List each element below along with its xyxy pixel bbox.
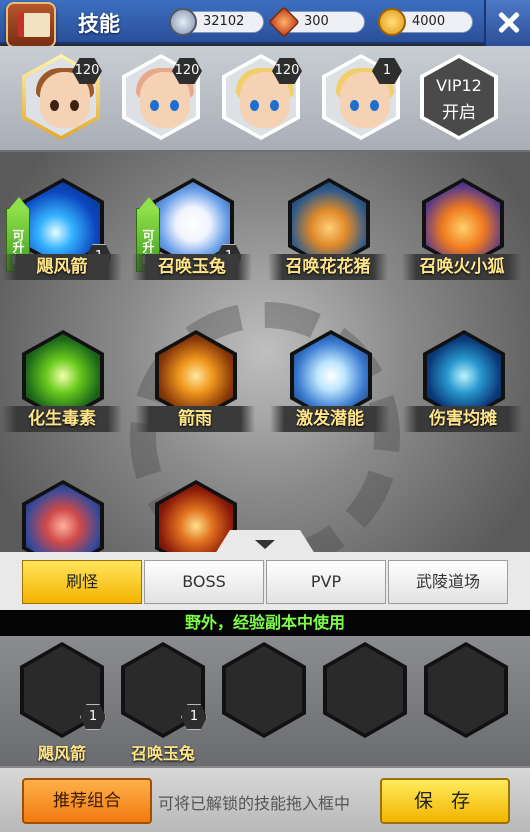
silver-counter: 32102 — [169, 8, 264, 36]
eye — [150, 100, 159, 111]
skill-card[interactable]: 激发潜能 — [270, 330, 390, 450]
skill-slot-1[interactable]: 1 飓风箭 — [20, 642, 106, 763]
eye — [370, 100, 379, 111]
eye — [250, 100, 259, 111]
skill-slot-5[interactable] — [424, 642, 508, 738]
hero-portrait-4[interactable]: 1 — [322, 54, 402, 140]
skill-name: 飓风箭 — [2, 254, 122, 280]
hero-portrait-2[interactable]: 120 — [122, 54, 202, 140]
skill-card[interactable]: 召唤花花猪 — [268, 178, 388, 298]
eye — [170, 100, 179, 111]
bottom-bar: 推荐组合 可将已解锁的技能拖入框中 保 存 — [0, 766, 530, 832]
golden-dragon-icon — [159, 484, 233, 552]
skill-card[interactable]: 化生毒素 — [2, 330, 122, 450]
skill-card[interactable] — [12, 480, 112, 552]
skill-name: 伤害均摊 — [403, 406, 523, 432]
skill-card[interactable]: 箭雨 — [135, 330, 255, 450]
vip-unlock-label: 开启 — [442, 103, 476, 123]
tab-wuling-dojo[interactable]: 武陵道场 — [388, 560, 508, 604]
hero-portrait-3[interactable]: 120 — [222, 54, 302, 140]
skill-name: 召唤玉兔 — [132, 254, 252, 280]
skill-card[interactable]: 1 可升级 飓风箭 — [2, 178, 122, 298]
skill-name: 激发潜能 — [270, 406, 390, 432]
gold-counter: 4000 — [378, 8, 473, 36]
vip-unlock-slot[interactable]: VIP12 开启 — [420, 54, 498, 140]
gem-icon — [268, 6, 300, 38]
equipped-skill-slots: 1 飓风箭 1 召唤玉兔 — [0, 636, 530, 766]
close-button[interactable] — [484, 0, 530, 46]
save-button[interactable]: 保 存 — [380, 778, 510, 824]
skill-grid: 1 可升级 飓风箭 1 可升级 召唤玉兔 召唤花花猪 召唤火小狐 化生毒素 — [0, 152, 530, 552]
skill-slot-2[interactable]: 1 召唤玉兔 — [121, 642, 207, 763]
skill-card[interactable]: 1 可升级 召唤玉兔 — [132, 178, 252, 298]
gem-value: 300 — [304, 14, 329, 29]
eye — [270, 100, 279, 111]
eye — [350, 100, 359, 111]
sorceress-icon — [26, 484, 100, 552]
tab-pvp[interactable]: PVP — [266, 560, 386, 604]
page-title: 技能 — [78, 12, 120, 36]
skill-card[interactable]: 伤害均摊 — [403, 330, 523, 450]
gold-coin-icon — [378, 8, 406, 36]
eye — [50, 100, 59, 111]
skill-hex — [22, 480, 104, 552]
skill-name: 箭雨 — [135, 406, 255, 432]
gold-value: 4000 — [412, 14, 446, 29]
silver-coin-icon — [169, 8, 197, 36]
hero-portrait-1[interactable]: 120 — [22, 54, 102, 140]
skill-slot-3[interactable] — [222, 642, 306, 738]
gem-counter: 300 — [268, 6, 365, 38]
drag-hint: 可将已解锁的技能拖入框中 — [158, 794, 351, 813]
slot-skill-name: 召唤玉兔 — [130, 744, 195, 763]
eye — [70, 100, 79, 111]
collapse-handle[interactable] — [215, 530, 315, 554]
slot-skill-name: 飓风箭 — [37, 744, 86, 763]
silver-value: 32102 — [203, 14, 245, 29]
skill-name: 化生毒素 — [2, 406, 122, 432]
skill-book-icon — [6, 2, 56, 48]
vip-level-label: VIP12 — [436, 76, 482, 95]
tab-boss[interactable]: BOSS — [144, 560, 264, 604]
skill-card[interactable]: 召唤火小狐 — [402, 178, 522, 298]
hero-selector: 120 120 120 1 VIP12 开启 — [0, 46, 530, 152]
skill-slot-4[interactable] — [323, 642, 407, 738]
skill-name: 召唤火小狐 — [402, 254, 522, 280]
skill-name: 召唤花花猪 — [268, 254, 388, 280]
top-bar: 技能 32102 300 4000 — [0, 0, 530, 48]
tab-monsters[interactable]: 刷怪 — [22, 560, 142, 604]
mode-hint: 野外，经验副本中使用 — [0, 610, 530, 636]
mode-tabs: 刷怪 BOSS PVP 武陵道场 — [0, 552, 530, 610]
recommend-combo-button[interactable]: 推荐组合 — [22, 778, 152, 824]
